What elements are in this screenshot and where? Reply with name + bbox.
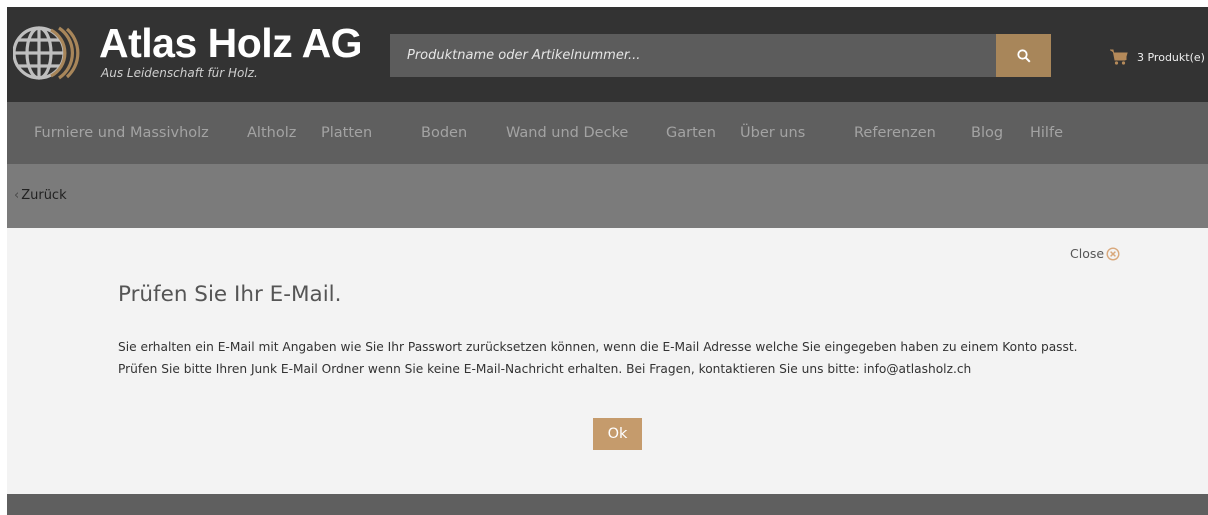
modal-message-line-2: Prüfen Sie bitte Ihren Junk E-Mail Ordne…	[118, 362, 972, 376]
search-icon	[1016, 48, 1031, 63]
search-input[interactable]	[390, 34, 996, 77]
bottom-bar	[7, 494, 1208, 515]
logo[interactable]: Atlas Holz AG Aus Leidenschaft für Holz.	[13, 19, 363, 95]
modal-message-line-1: Sie erhalten ein E-Mail mit Angaben wie …	[118, 340, 1078, 354]
ok-button[interactable]: Ok	[593, 418, 642, 450]
globe-logo-icon	[13, 26, 80, 80]
email-check-modal: Close Prüfen Sie Ihr E-Mail. Sie erhalte…	[7, 228, 1208, 494]
search-button[interactable]	[996, 34, 1051, 77]
nav-item-altholz[interactable]: Altholz	[247, 102, 296, 164]
page: Atlas Holz AG Aus Leidenschaft für Holz.…	[7, 7, 1208, 515]
cart-icon	[1110, 49, 1128, 65]
nav-item-platten[interactable]: Platten	[321, 102, 372, 164]
close-label: Close	[1070, 246, 1105, 261]
search-bar	[390, 34, 1051, 77]
site-header: Atlas Holz AG Aus Leidenschaft für Holz.…	[7, 7, 1208, 102]
cart-count-label: 3 Produkt(e)	[1137, 50, 1205, 64]
nav-item-garten[interactable]: Garten	[666, 102, 716, 164]
nav-item-blog[interactable]: Blog	[971, 102, 1003, 164]
modal-message: Sie erhalten ein E-Mail mit Angaben wie …	[118, 336, 1118, 380]
nav-item-hilfe[interactable]: Hilfe	[1030, 102, 1063, 164]
brand-name: Atlas Holz AG	[99, 20, 363, 66]
back-link[interactable]: ‹ Zurück	[14, 164, 67, 228]
back-label: Zurück	[21, 188, 67, 203]
main-nav: Furniere und Massivholz Altholz Platten …	[7, 102, 1208, 164]
chevron-left-icon: ‹	[14, 188, 20, 203]
nav-item-furniere[interactable]: Furniere und Massivholz	[34, 102, 209, 164]
cart-link[interactable]: 3 Produkt(e)	[1110, 48, 1205, 66]
modal-title: Prüfen Sie Ihr E-Mail.	[118, 282, 342, 307]
close-button[interactable]: Close	[1070, 246, 1120, 261]
nav-item-ueber-uns[interactable]: Über uns	[740, 102, 805, 164]
nav-item-referenzen[interactable]: Referenzen	[854, 102, 936, 164]
nav-item-wand-und-decke[interactable]: Wand und Decke	[506, 102, 628, 164]
breadcrumb: ‹ Zurück	[7, 164, 1208, 228]
close-circle-icon	[1106, 246, 1120, 261]
brand-tagline: Aus Leidenschaft für Holz.	[101, 66, 258, 80]
nav-item-boden[interactable]: Boden	[421, 102, 467, 164]
